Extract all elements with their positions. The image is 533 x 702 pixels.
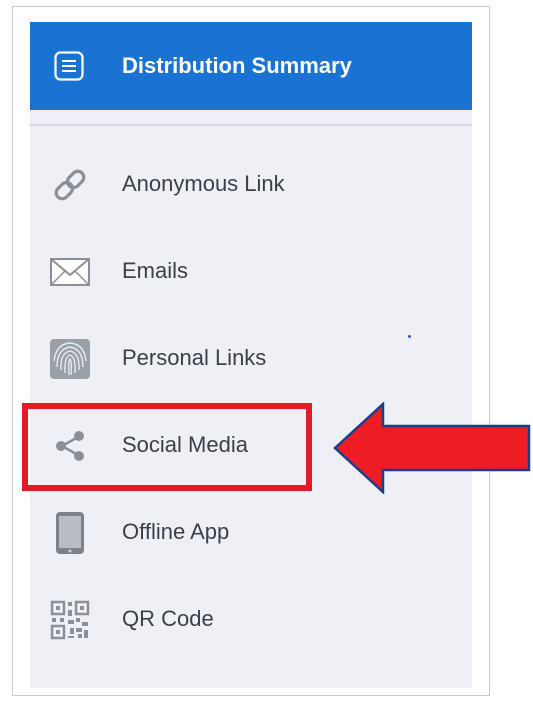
distribution-summary-header[interactable]: Distribution Summary [30,22,472,110]
nav-item-label: Anonymous Link [122,171,285,196]
qr-code-icon [50,600,90,640]
fingerprint-icon [50,339,90,379]
social-media-highlight-box [22,403,312,491]
nav-item-label: Personal Links [122,345,267,370]
menu-list-icon [54,51,84,81]
nav-item-label: Offline App [122,519,230,544]
header-title: Distribution Summary [122,53,352,78]
nav-item-personal-links[interactable]: Personal Links [30,323,472,393]
link-icon [54,169,86,201]
pointer-arrow-icon [333,402,531,494]
distribution-sidebar: Distribution Summary Anonymous Link Emai… [30,22,472,688]
nav-item-emails[interactable]: Emails [30,236,472,306]
nav-item-offline-app[interactable]: Offline App [30,497,472,567]
nav-item-qr-code[interactable]: QR Code [30,584,472,654]
indicator-dot [408,335,411,338]
envelope-icon [50,258,90,286]
tablet-icon [56,512,84,554]
nav-item-label: QR Code [122,606,214,631]
divider [30,124,472,126]
nav-item-label: Emails [122,258,189,283]
nav-item-anonymous-link[interactable]: Anonymous Link [30,149,472,219]
